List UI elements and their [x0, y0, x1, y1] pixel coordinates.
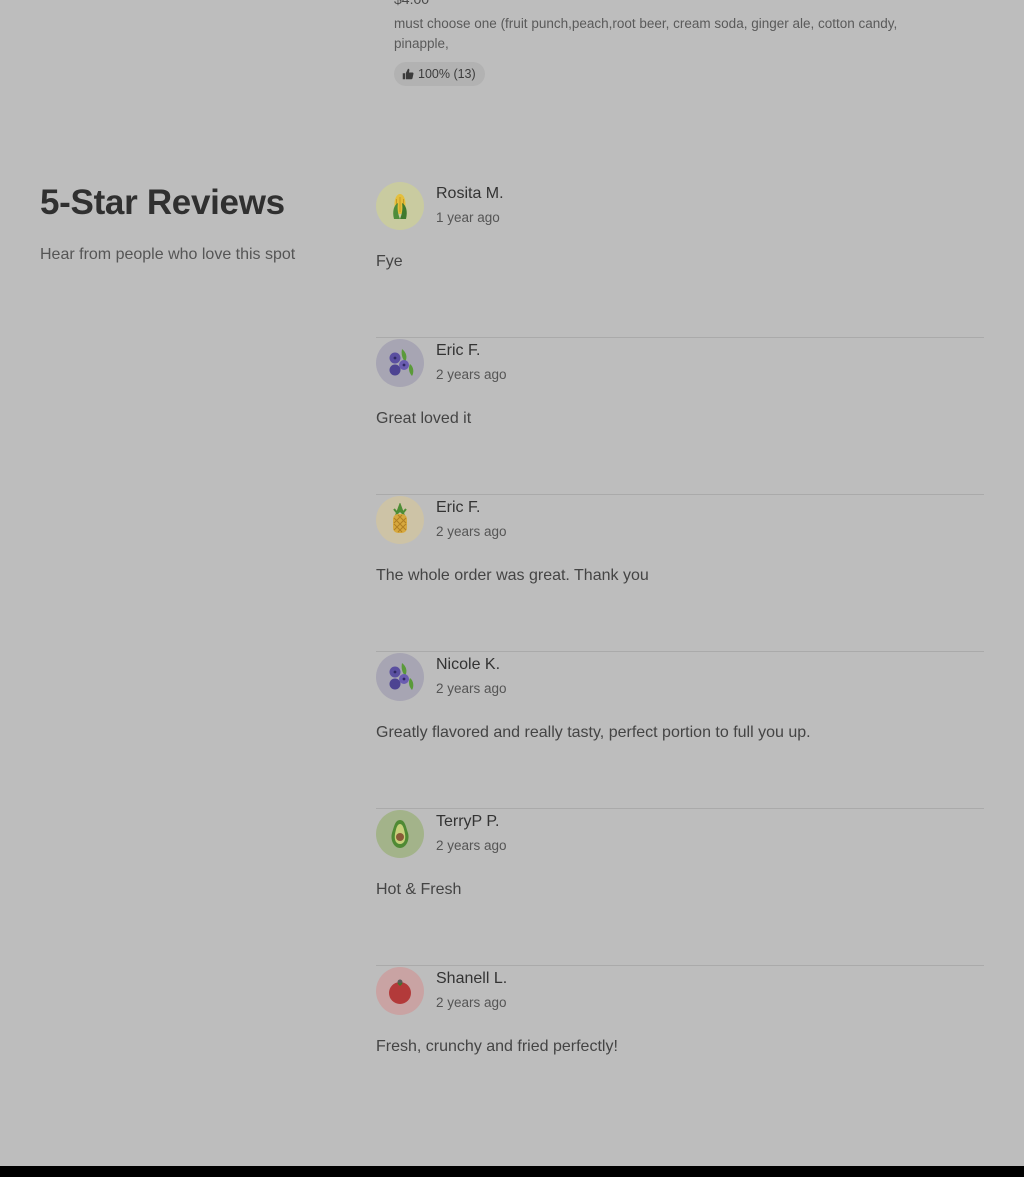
thumbs-up-icon [402, 68, 414, 80]
review-time: 2 years ago [436, 524, 507, 539]
rating-text: 100% (13) [418, 67, 476, 81]
reviewer-name: Shanell L. [436, 970, 508, 987]
tomato-icon [376, 967, 424, 1015]
menu-item-price: $4.00 [394, 0, 429, 8]
menu-item-description: must choose one (fruit punch,peach,root … [394, 16, 898, 51]
reviews-header: 5-Star Reviews Hear from people who love… [40, 180, 340, 266]
reviewer-name: Rosita M. [436, 185, 504, 202]
review-card: Eric F. 2 years ago Great loved it [376, 338, 984, 495]
review-text: Hot & Fresh [376, 881, 462, 898]
review-text: Fye [376, 253, 403, 270]
reviews-subtitle: Hear from people who love this spot [40, 246, 296, 263]
reviewer-name: Eric F. [436, 499, 481, 516]
review-time: 2 years ago [436, 681, 507, 696]
review-text: Greatly flavored and really tasty, perfe… [376, 724, 811, 741]
review-card: Eric F. 2 years ago The whole order was … [376, 495, 984, 652]
review-text: The whole order was great. Thank you [376, 567, 649, 584]
review-list: Rosita M. 1 year ago Fye Eric F. 2 years… [376, 181, 984, 1123]
review-card: Nicole K. 2 years ago Greatly flavored a… [376, 652, 984, 809]
reviewer-name: Eric F. [436, 342, 481, 359]
review-time: 2 years ago [436, 995, 507, 1010]
review-time: 1 year ago [436, 210, 500, 225]
reviewer-name: TerryP P. [436, 813, 500, 830]
review-card: Shanell L. 2 years ago Fresh, crunchy an… [376, 966, 984, 1123]
pineapple-icon [376, 496, 424, 544]
footer-bar [0, 1166, 1024, 1177]
review-text: Great loved it [376, 410, 472, 427]
blueberry-icon [376, 653, 424, 701]
blueberry-icon [376, 339, 424, 387]
rating-badge: 100% (13) [394, 62, 485, 86]
review-card: TerryP P. 2 years ago Hot & Fresh [376, 809, 984, 966]
corn-icon [376, 182, 424, 230]
review-card: Rosita M. 1 year ago Fye [376, 181, 984, 338]
avocado-icon [376, 810, 424, 858]
review-time: 2 years ago [436, 838, 507, 853]
reviews-title: 5-Star Reviews [40, 183, 285, 222]
review-time: 2 years ago [436, 367, 507, 382]
reviewer-name: Nicole K. [436, 656, 501, 673]
review-text: Fresh, crunchy and fried perfectly! [376, 1038, 618, 1055]
